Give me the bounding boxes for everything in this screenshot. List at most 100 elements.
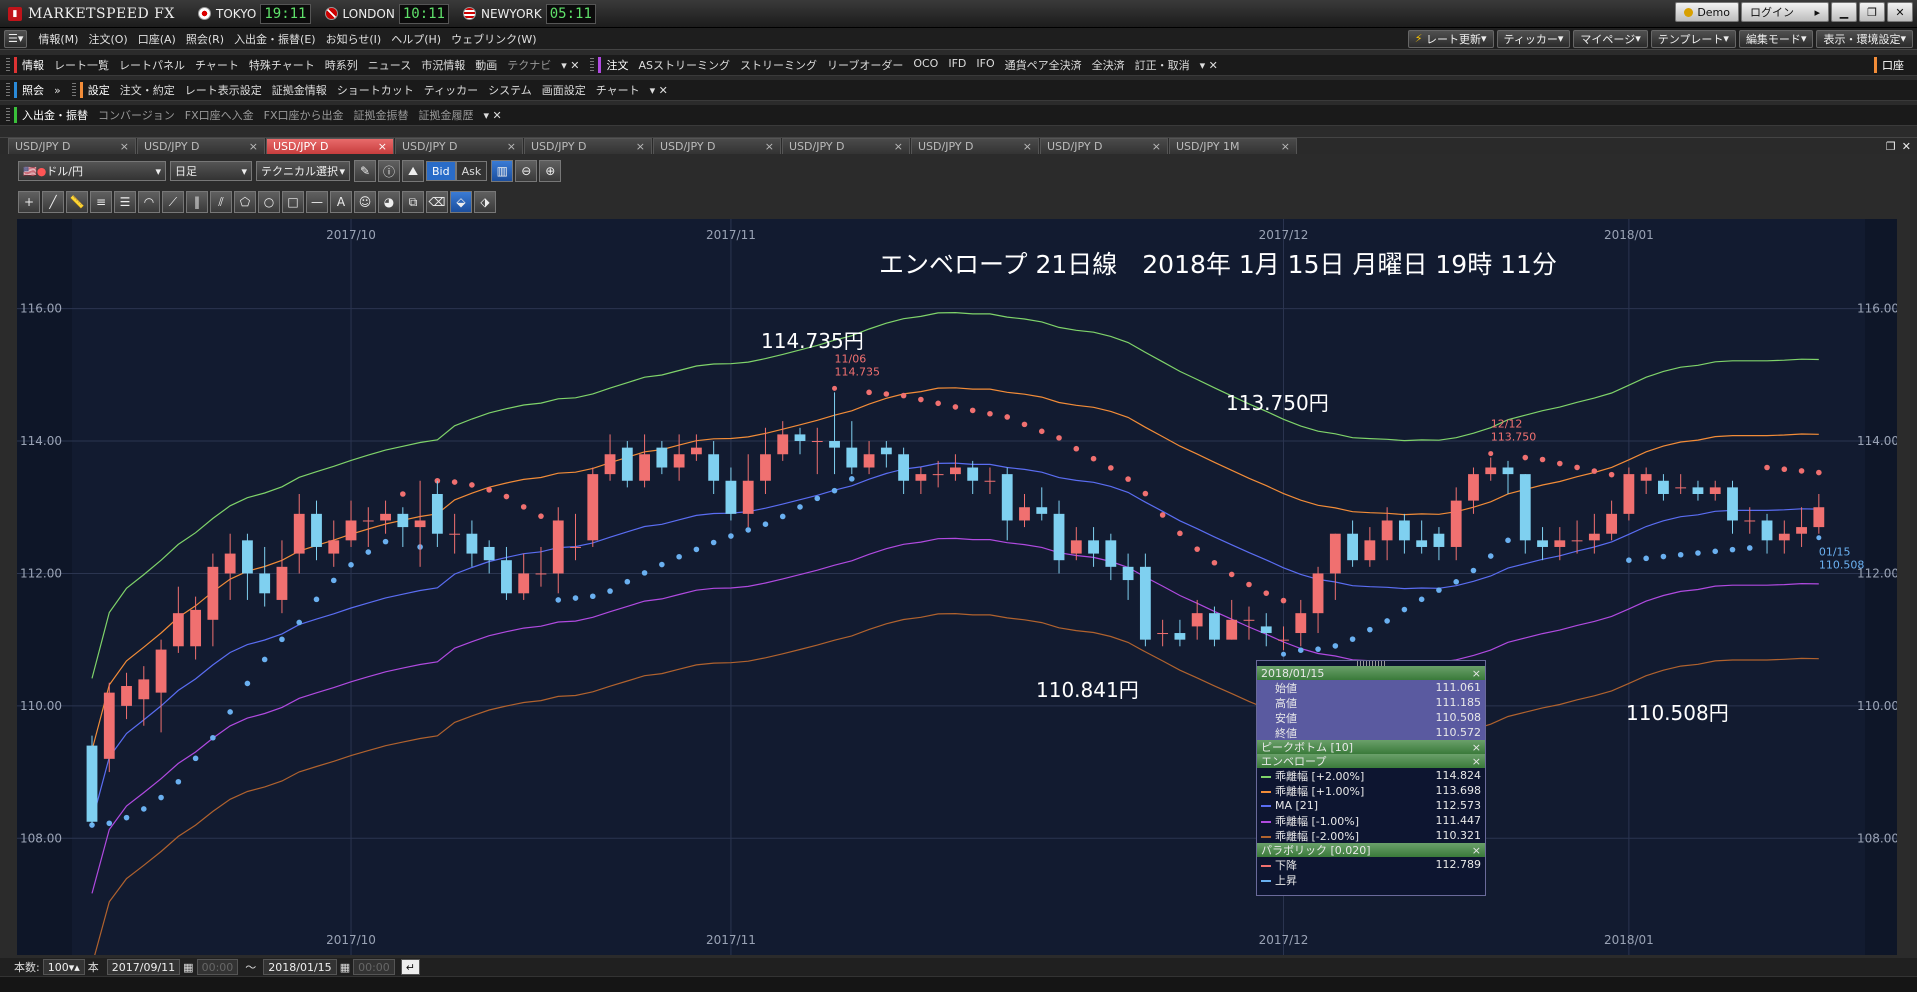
display-settings-button[interactable]: 表示・環境設定 ▾ [1816,29,1913,48]
menu-item[interactable]: ウェブリンク(W) [446,31,541,47]
toolbar-item[interactable]: 注文・約定 [115,82,180,98]
menu-item[interactable]: お知らせ(I) [321,31,387,47]
toolbar-grip[interactable] [6,108,10,122]
from-date-input[interactable]: 2017/09/11 [106,959,181,975]
toolbar-more-icon[interactable]: » [49,84,66,97]
zoom-in-icon[interactable]: ⊕ [539,160,562,182]
toolbar-item[interactable]: 証拠金振替 [349,107,414,123]
toolbar-item[interactable]: チャート [190,57,244,73]
close-icon[interactable]: ✕ [1902,140,1911,153]
area-chart-icon[interactable]: ⛰ [402,160,424,182]
menu-item[interactable]: 注文(O) [83,31,132,47]
rectangle-icon[interactable]: □ [282,191,304,213]
eraser-all-icon[interactable]: ⬗ [474,191,496,213]
eraser-icon[interactable]: ⬙ [450,191,472,213]
fib-arc-icon[interactable]: ◠ [138,191,160,213]
toolbar-dropdown-icon[interactable]: ▾ ✕ [645,84,673,97]
close-window-button[interactable]: ✕ [1887,2,1913,22]
toolbar-item[interactable]: コンバージョン [93,107,180,123]
chart-tab[interactable]: USD/JPY D × [8,138,136,154]
minimize-button[interactable]: ▁ [1831,2,1857,22]
chart-tab[interactable]: USD/JPY D × [653,138,781,154]
calendar-icon[interactable]: ▦ [183,961,193,974]
close-icon[interactable]: × [249,140,258,153]
toolbar-item[interactable]: 時系列 [320,57,363,73]
zoom-out-icon[interactable]: ⊖ [515,160,538,182]
fib-retracement-icon[interactable]: ☰ [114,191,136,213]
demo-button[interactable]: Demo [1675,2,1739,22]
toolbar-item[interactable]: ニュース [363,57,416,73]
candlestick-icon[interactable]: ▥ [491,160,514,182]
toolbar-grip[interactable] [71,83,76,97]
toolbar-item[interactable]: ショートカット [332,82,419,98]
data-window[interactable]: 2018/01/15 × 始値 111.061 高値 111.185 安値 110.508 終… [1256,660,1486,896]
horizontal-lines-icon[interactable]: ≡ [90,191,112,213]
toolbar-grip[interactable] [590,58,595,72]
toolbar-dropdown-icon[interactable]: ▾ ✕ [479,109,507,122]
toolbar-grip[interactable] [6,83,10,97]
close-icon[interactable]: × [1472,667,1481,680]
toolbar-item[interactable]: ティッカー [419,82,483,98]
toolbar-item[interactable]: FX口座へ入金 [180,107,259,123]
toolbar-item[interactable]: ASストリーミング [633,57,735,73]
toolbar-item[interactable]: IFO [971,57,999,73]
menu-item[interactable]: 照会(R) [181,31,229,47]
close-icon[interactable]: × [1023,140,1032,153]
ruler-icon[interactable]: 📏 [66,191,88,213]
toolbar-dropdown-icon[interactable]: ▾ ✕ [556,59,584,72]
menu-toggle-button[interactable]: ☰▾ [4,29,28,48]
pentagon-icon[interactable]: ⬠ [234,191,256,213]
info-icon[interactable]: ⓘ [378,160,400,182]
channel-icon[interactable]: ⫽ [210,191,232,213]
login-button[interactable]: ログイン ▸ [1741,2,1829,22]
candle[interactable] [103,682,115,773]
vertical-lines-icon[interactable]: ‖ [186,191,208,213]
toolbar-item[interactable]: ストリーミング [735,57,822,73]
price-chart[interactable]: 108.00 108.00 110.00 110.00 112.00 112.00 114.… [17,219,1899,966]
toolbar-item[interactable]: レートパネル [114,57,190,73]
section-account[interactable]: 口座 [1874,57,1909,73]
toolbar-item[interactable]: 訂正・取消 [1130,57,1195,73]
toolbar-item[interactable]: 動画 [470,57,502,73]
smiley-icon[interactable]: ☺ [354,191,376,213]
close-icon[interactable]: × [507,140,516,153]
rate-update-button[interactable]: ⚡ レート更新 ▾ [1407,29,1494,48]
calendar-icon[interactable]: ▦ [340,961,350,974]
chart-tab[interactable]: USD/JPY D × [782,138,910,154]
ask-button[interactable]: Ask [455,161,488,181]
toolbar-item[interactable]: IFD [943,57,971,73]
stamp-icon[interactable]: ◕ [378,191,400,213]
chart-tab[interactable]: USD/JPY D × [1040,138,1168,154]
toolbar-item[interactable]: FX口座から出金 [259,107,349,123]
menu-item[interactable]: ヘルプ(H) [386,31,446,47]
horizontal-line-icon[interactable]: — [306,191,328,213]
close-icon[interactable]: × [894,140,903,153]
toolbar-item[interactable]: 通貨ペア全決済 [1000,57,1087,73]
menu-item[interactable]: 情報(M) [33,31,83,47]
close-icon[interactable]: × [378,140,387,153]
toolbar-item[interactable]: システム [483,82,537,98]
candle[interactable] [621,441,633,488]
toolbar-item[interactable]: レート一覧 [49,57,114,73]
chart-tab[interactable]: USD/JPY 1M × [1169,138,1297,154]
toolbar-item[interactable]: リーブオーダー [822,57,908,73]
mypage-button[interactable]: マイページ ▾ [1573,29,1648,48]
toolbar-item[interactable]: 画面設定 [537,82,591,98]
candle[interactable] [86,735,98,826]
template-button[interactable]: テンプレート ▾ [1650,29,1736,48]
technical-select[interactable]: テクニカル選択 ▾ [256,161,350,181]
toolbar-grip[interactable] [6,58,10,72]
toolbar-item[interactable]: 特殊チャート [244,57,320,73]
chart-svg[interactable]: 108.00 108.00110.00 110.00112.00 112.00114.… [17,219,1899,966]
text-icon[interactable]: A [330,191,352,213]
menu-item[interactable]: 入出金・振替(E) [229,31,321,47]
edit-mode-button[interactable]: 編集モード ▾ [1738,29,1814,48]
close-icon[interactable]: × [1472,741,1481,754]
chart-tab[interactable]: USD/JPY D × [524,138,652,154]
pen-icon[interactable]: ✎ [354,160,376,182]
trendline-icon[interactable]: ╱ [42,191,64,213]
crosshair-icon[interactable]: + [18,191,40,213]
close-icon[interactable]: × [636,140,645,153]
from-time-input[interactable]: 00:00 [196,959,239,975]
bid-button[interactable]: Bid [426,161,456,181]
